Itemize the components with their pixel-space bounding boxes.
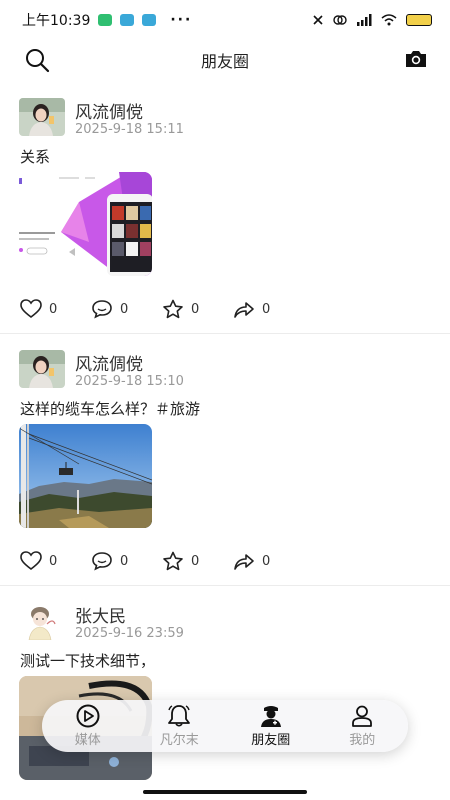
nav-item-media[interactable]: 媒体: [42, 700, 134, 752]
comment-count: 0: [120, 301, 129, 317]
moment-post: 风流倜傥 2025-9-18 15:11 关系 0 0 0 0: [0, 82, 450, 334]
comment-button[interactable]: 0: [91, 299, 162, 319]
link-icon: [333, 15, 347, 25]
like-count: 0: [49, 553, 58, 569]
share-count: 0: [262, 301, 271, 317]
post-text: 关系: [20, 148, 51, 166]
heart-icon: [20, 551, 42, 571]
avatar[interactable]: [19, 98, 65, 136]
favorite-count: 0: [191, 553, 200, 569]
favorite-count: 0: [191, 301, 200, 317]
nfc-icon: [313, 15, 323, 25]
battery-icon: [406, 14, 432, 26]
share-count: 0: [262, 553, 271, 569]
post-actions: 0 0 0 0: [20, 551, 304, 571]
app-icon-2: [142, 14, 157, 26]
status-time: 上午10:39: [22, 13, 91, 29]
star-icon: [163, 299, 183, 319]
avatar[interactable]: [19, 602, 65, 640]
nav-item-profile[interactable]: 我的: [317, 700, 409, 752]
play-circle-icon: [76, 704, 100, 728]
app-header: 朋友圈: [0, 40, 450, 80]
like-count: 0: [49, 301, 58, 317]
share-button[interactable]: 0: [233, 551, 304, 571]
comment-icon: [92, 300, 112, 319]
camera-icon[interactable]: [404, 48, 428, 70]
share-button[interactable]: 0: [233, 299, 304, 319]
favorite-button[interactable]: 0: [162, 299, 233, 319]
page-title: 朋友圈: [200, 52, 249, 71]
post-image[interactable]: [19, 172, 152, 276]
moment-post: 风流倜傥 2025-9-18 15:10 这样的缆车怎么样？＃旅游 0 0 0 …: [0, 334, 450, 586]
home-indicator[interactable]: [143, 790, 307, 794]
share-icon: [234, 554, 254, 570]
search-icon[interactable]: [24, 47, 50, 73]
status-right: [312, 14, 432, 26]
heart-icon: [20, 299, 42, 319]
post-image[interactable]: [19, 424, 152, 528]
comment-button[interactable]: 0: [91, 551, 162, 571]
star-icon: [163, 551, 183, 571]
author-name[interactable]: 张大民: [75, 602, 126, 627]
like-button[interactable]: 0: [20, 551, 91, 571]
like-button[interactable]: 0: [20, 299, 91, 319]
share-icon: [234, 302, 254, 318]
bell-icon: [168, 705, 191, 727]
comment-icon: [92, 552, 112, 571]
post-text: 测试一下技术细节，: [20, 652, 156, 670]
post-time: 2025-9-16 23:59: [75, 626, 184, 641]
signal-icon: [357, 14, 372, 26]
favorite-button[interactable]: 0: [162, 551, 233, 571]
author-name[interactable]: 风流倜傥: [75, 350, 143, 375]
status-bar: 上午10:39 ···: [0, 0, 450, 40]
wifi-icon: [381, 14, 397, 26]
nav-item-moments[interactable]: 朋友圈: [225, 700, 317, 752]
post-time: 2025-9-18 15:11: [75, 122, 184, 137]
chat-app-icon: [98, 14, 113, 26]
moment-post: 张大民 2025-9-16 23:59 测试一下技术细节，: [0, 586, 450, 782]
nav-label: 朋友圈: [251, 733, 291, 748]
avatar[interactable]: [19, 350, 65, 388]
bottom-nav: 媒体 凡尔末 朋友圈 我的: [42, 700, 408, 752]
app-icon: [120, 14, 135, 26]
nav-label: 媒体: [74, 733, 101, 748]
moments-feed[interactable]: 风流倜傥 2025-9-18 15:11 关系 0 0 0 0 风流倜傥 202…: [0, 82, 450, 782]
author-name[interactable]: 风流倜傥: [75, 98, 143, 123]
post-text: 这样的缆车怎么样？＃旅游: [20, 400, 201, 418]
post-time: 2025-9-18 15:10: [75, 374, 184, 389]
nav-item-notifications[interactable]: 凡尔末: [134, 700, 226, 752]
doctor-icon: [260, 706, 281, 727]
more-notifications: ···: [170, 12, 193, 28]
comment-count: 0: [120, 553, 129, 569]
post-actions: 0 0 0 0: [20, 299, 304, 319]
nav-label: 我的: [349, 733, 376, 748]
person-icon: [352, 705, 373, 727]
nav-label: 凡尔末: [159, 733, 199, 748]
status-left: 上午10:39 ···: [22, 10, 192, 30]
